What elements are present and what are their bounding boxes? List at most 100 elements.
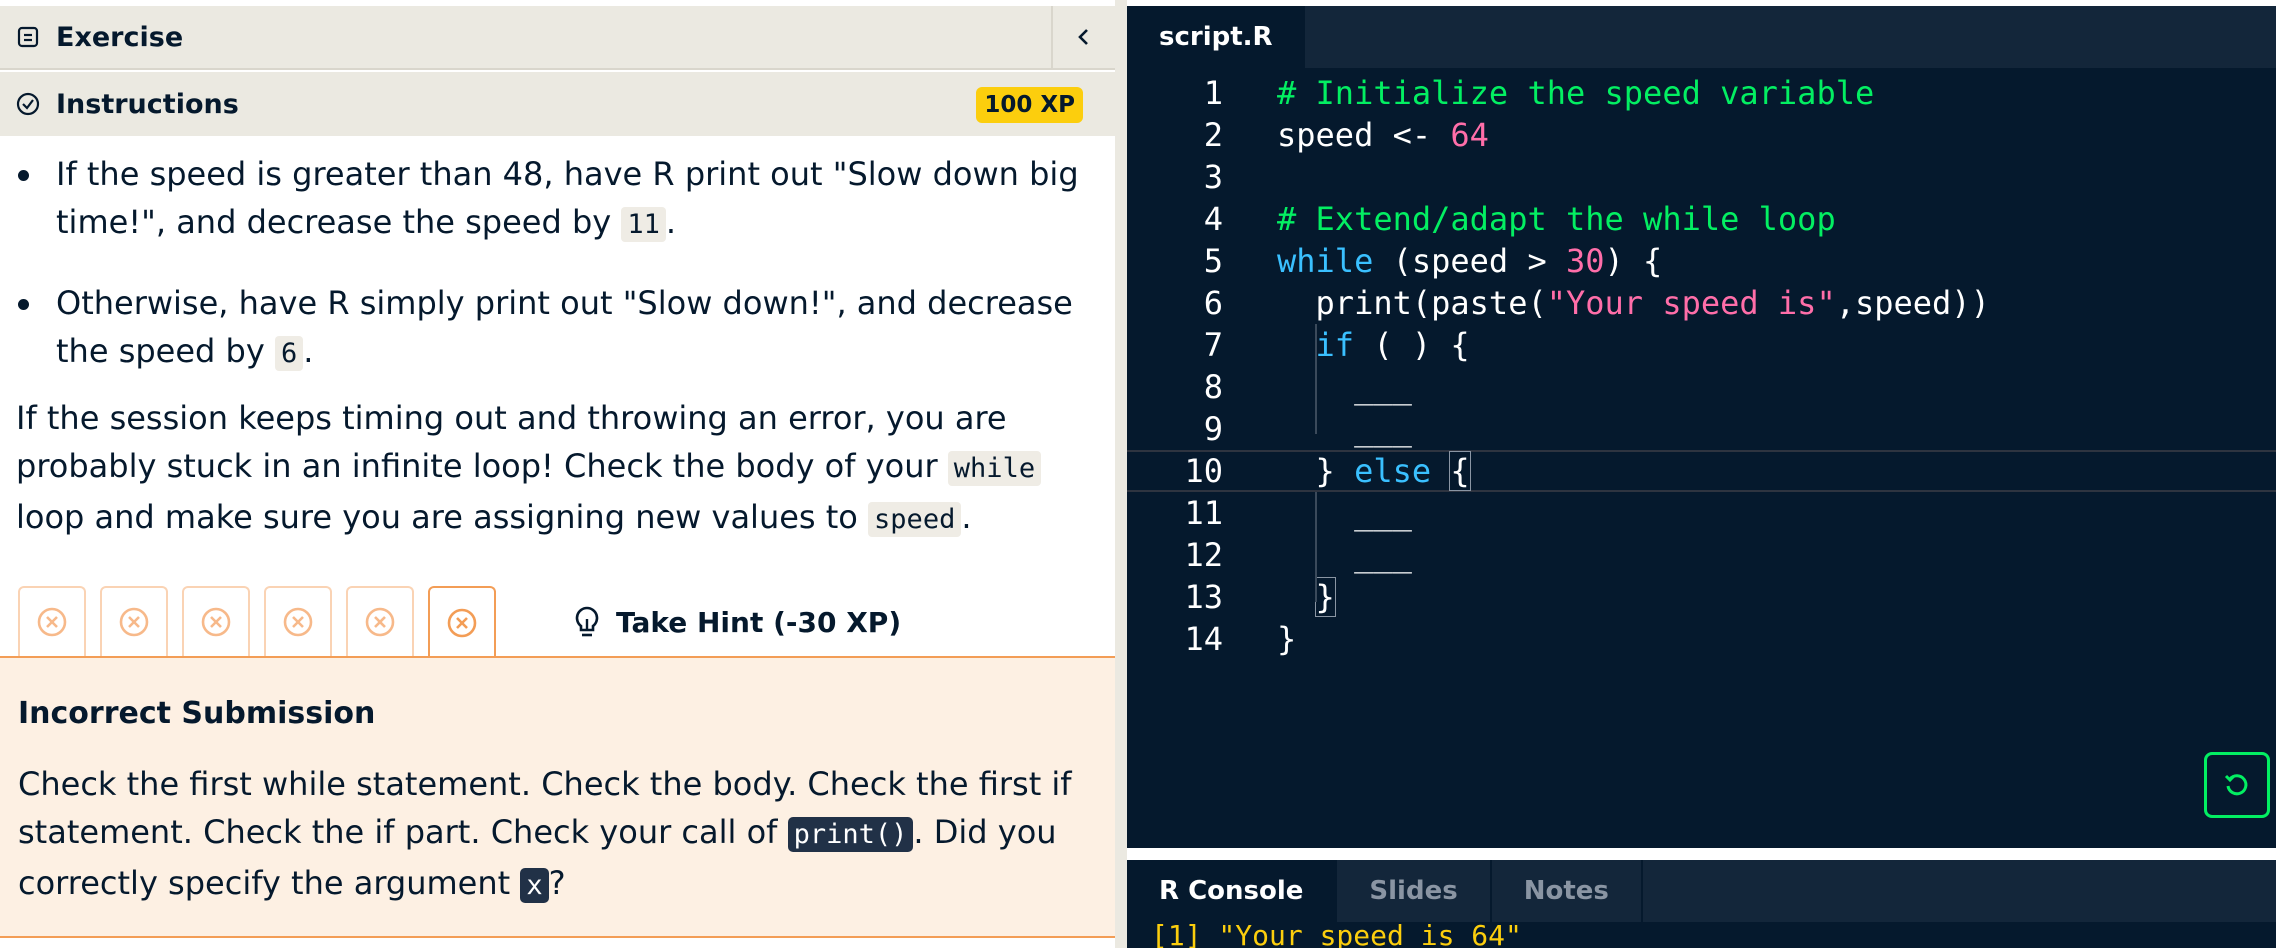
code-line: 1 # Initialize the speed variable <box>1127 72 2276 114</box>
code-line-active: 10 } else { <box>1127 450 2276 492</box>
line-number: 8 <box>1203 368 1223 406</box>
note-text-end: . <box>961 498 972 536</box>
collapse-panel-button[interactable] <box>1051 6 1115 68</box>
x-circle-icon <box>447 608 477 638</box>
line-number: 5 <box>1203 242 1223 280</box>
exercise-title: Exercise <box>56 21 184 53</box>
code-keyword: while <box>1277 242 1374 280</box>
attempt-tab[interactable] <box>428 586 496 658</box>
instructions-header[interactable]: Instructions 100 XP <box>0 72 1115 136</box>
code-text: print(paste( <box>1277 284 1547 322</box>
code-text: ,speed)) <box>1835 284 1990 322</box>
indent-guide <box>1315 324 1317 434</box>
tab-slides[interactable]: Slides <box>1337 860 1492 922</box>
code-keyword: if <box>1315 326 1355 364</box>
attempt-tabs <box>18 586 510 658</box>
code-text: } <box>1277 452 1355 490</box>
xp-badge: 100 XP <box>976 87 1083 123</box>
line-number: 3 <box>1203 158 1223 196</box>
inline-code: while <box>947 451 1042 486</box>
code-text: ( ) { <box>1354 326 1470 364</box>
code-line: 12 ___ <box>1127 534 2276 576</box>
bullet-text: If the speed is greater than 48, have R … <box>56 155 1079 241</box>
matched-bracket: { <box>1449 451 1471 491</box>
line-number: 4 <box>1203 200 1223 238</box>
code-editor[interactable]: script.R 1 # Initialize the speed variabl… <box>1127 6 2276 848</box>
code-keyword: else <box>1354 452 1432 490</box>
console-tab-bar: R Console Slides Notes <box>1127 860 2276 922</box>
code-number: 64 <box>1450 116 1489 154</box>
line-number: 10 <box>1184 452 1223 490</box>
code-area[interactable]: 1 # Initialize the speed variable 2 speed … <box>1127 72 2276 660</box>
code-string: "Your speed is" <box>1546 284 1836 322</box>
line-number: 11 <box>1184 494 1223 532</box>
x-circle-icon <box>37 607 67 637</box>
instructions-body: If the speed is greater than 48, have R … <box>0 150 1110 544</box>
tab-script-r[interactable]: script.R <box>1127 6 1305 68</box>
line-number: 2 <box>1203 116 1223 154</box>
line-number: 6 <box>1203 284 1223 322</box>
note-text: If the session keeps timing out and thro… <box>16 399 1007 485</box>
line-number: 7 <box>1203 326 1223 364</box>
code-line: 3 <box>1127 156 2276 198</box>
line-number: 14 <box>1184 620 1223 658</box>
code-line: 6 print(paste("Your speed is",speed)) <box>1127 282 2276 324</box>
take-hint-label: Take Hint (-30 XP) <box>616 605 902 639</box>
code-line: 9 ___ <box>1127 408 2276 450</box>
code-line: 4 # Extend/adapt the while loop <box>1127 198 2276 240</box>
code-line: 13 } <box>1127 576 2276 618</box>
line-number: 13 <box>1184 578 1223 616</box>
tab-notes[interactable]: Notes <box>1492 860 1643 922</box>
instruction-bullet: If the speed is greater than 48, have R … <box>0 150 1110 249</box>
instruction-note: If the session keeps timing out and thro… <box>0 394 1110 544</box>
check-circle-icon <box>16 92 40 116</box>
panel-resizer[interactable] <box>1115 0 1127 948</box>
code-text: ) { <box>1604 242 1663 280</box>
bullet-text-end: . <box>665 203 677 241</box>
attempt-tab[interactable] <box>100 586 168 656</box>
exercise-panel: Exercise Instructions 100 XP If the spee… <box>0 0 1115 948</box>
indent-guide <box>1315 492 1317 602</box>
code-text: (speed > <box>1373 242 1566 280</box>
code-comment: # Extend/adapt the while loop <box>1277 200 1836 238</box>
x-circle-icon <box>201 607 231 637</box>
code-line: 2 speed <- 64 <box>1127 114 2276 156</box>
reset-icon <box>2224 774 2248 796</box>
code-line: 7 if ( ) { <box>1127 324 2276 366</box>
line-number: 9 <box>1203 410 1223 448</box>
attempt-tab[interactable] <box>346 586 414 656</box>
bullet-text-end: . <box>303 332 314 370</box>
tab-r-console[interactable]: R Console <box>1127 860 1338 922</box>
feedback-code: x <box>520 868 549 903</box>
attempt-tab[interactable] <box>18 586 86 656</box>
code-number: 30 <box>1565 242 1605 280</box>
instructions-title: Instructions <box>56 88 239 120</box>
note-text: loop and make sure you are assigning new… <box>16 498 869 536</box>
code-placeholder: ___ <box>1277 368 1412 406</box>
console-panel: R Console Slides Notes [1] "Your speed i… <box>1127 860 2276 948</box>
feedback-message: Check the first while statement. Check t… <box>18 760 1098 910</box>
line-number: 1 <box>1203 74 1223 112</box>
feedback-code: print() <box>787 817 914 852</box>
lightbulb-icon <box>575 606 599 637</box>
code-line: 5 while (speed > 30) { <box>1127 240 2276 282</box>
feedback-text-end: ? <box>548 864 566 902</box>
matched-bracket: } <box>1314 577 1336 617</box>
attempt-tab[interactable] <box>182 586 250 656</box>
attempt-tab[interactable] <box>264 586 332 656</box>
x-circle-icon <box>283 607 313 637</box>
code-placeholder: ___ <box>1277 536 1412 574</box>
inline-code: 11 <box>621 207 666 242</box>
inline-code: 6 <box>274 336 304 371</box>
instruction-bullet: Otherwise, have R simply print out "Slow… <box>0 279 1110 378</box>
x-circle-icon <box>119 607 149 637</box>
reset-code-button[interactable] <box>2204 752 2270 818</box>
take-hint-button[interactable]: Take Hint (-30 XP) <box>572 600 901 644</box>
code-placeholder: ___ <box>1277 494 1412 532</box>
exercise-header[interactable]: Exercise <box>0 6 1115 70</box>
code-text: } <box>1277 620 1297 658</box>
code-comment: # Initialize the speed variable <box>1277 74 1875 112</box>
inline-code: speed <box>868 502 962 537</box>
x-circle-icon <box>365 607 395 637</box>
